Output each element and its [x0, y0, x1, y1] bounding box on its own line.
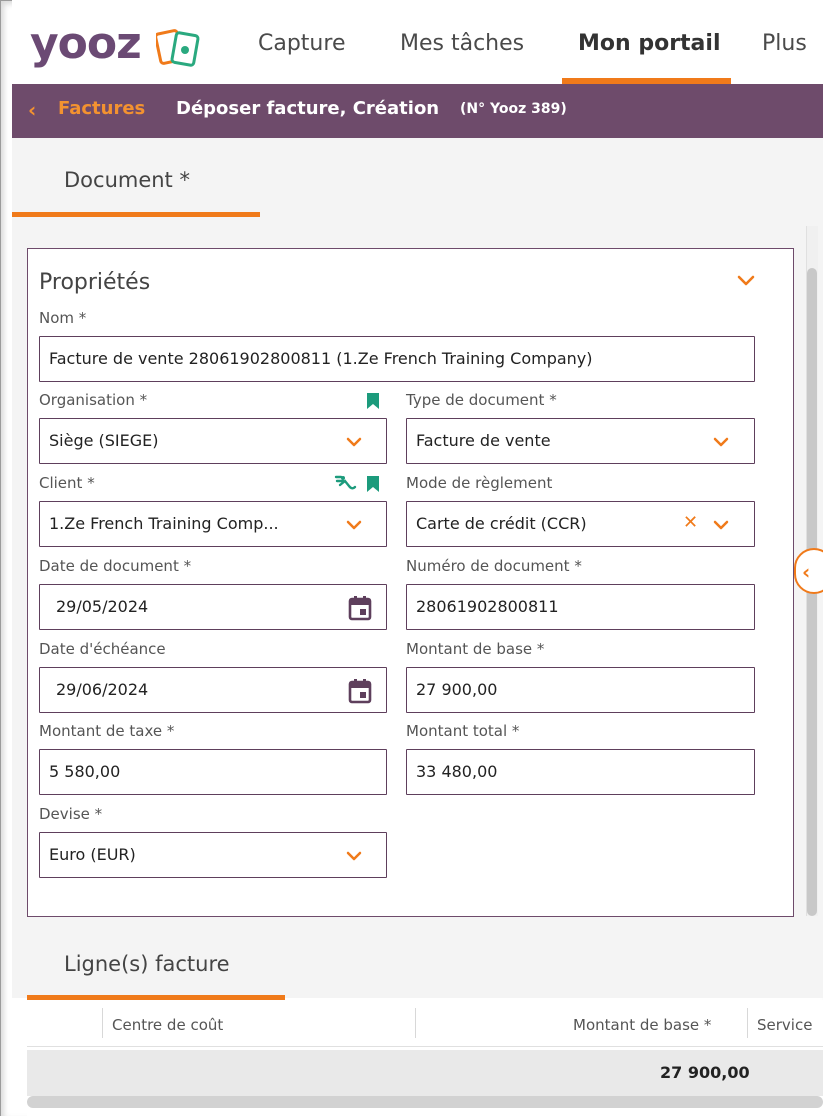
date-document-field[interactable]: 29/05/2024	[39, 584, 387, 630]
montant-base-value: 27 900,00	[416, 680, 498, 699]
type-document-label: Type de document *	[406, 391, 557, 409]
ai-suggestion-icon[interactable]	[334, 473, 358, 493]
chevron-down-icon[interactable]	[736, 270, 756, 290]
client-value: 1.Ze French Training Comp...	[49, 514, 279, 533]
montant-total-label: Montant total *	[406, 722, 520, 740]
mode-reglement-select[interactable]: Carte de crédit (CCR) ✕	[406, 501, 755, 547]
tab-document[interactable]: Document *	[64, 168, 190, 192]
table-header-separator	[27, 1046, 823, 1047]
yooz-number: (N° Yooz 389)	[460, 101, 567, 117]
type-document-select[interactable]: Facture de vente	[406, 418, 755, 464]
montant-taxe-field[interactable]: 5 580,00	[39, 749, 387, 795]
nom-value: Facture de vente 28061902800811 (1.Ze Fr…	[49, 349, 593, 368]
total-montant-base: 27 900,00	[660, 1063, 750, 1082]
montant-taxe-label: Montant de taxe *	[39, 722, 175, 740]
bookmark-icon[interactable]	[366, 392, 380, 410]
montant-total-value: 33 480,00	[416, 762, 498, 781]
client-label: Client *	[39, 474, 95, 492]
numero-document-label: Numéro de document *	[406, 557, 582, 575]
chevron-down-icon[interactable]	[345, 847, 363, 865]
yooz-logo: yooz	[30, 18, 142, 69]
page-title: Déposer facture, Création	[176, 98, 440, 119]
calendar-icon[interactable]	[348, 678, 372, 704]
mode-reglement-label: Mode de règlement	[406, 474, 553, 492]
devise-label: Devise *	[39, 805, 103, 823]
client-select[interactable]: 1.Ze French Training Comp...	[39, 501, 387, 547]
date-echeance-value: 29/06/2024	[56, 680, 149, 699]
chevron-left-icon: ‹	[802, 560, 811, 584]
nav-mes-taches[interactable]: Mes tâches	[400, 30, 524, 58]
montant-base-field[interactable]: 27 900,00	[406, 667, 755, 713]
nav-capture[interactable]: Capture	[258, 30, 345, 58]
column-divider[interactable]	[415, 1008, 416, 1038]
top-navigation: yooz Capture Mes tâches Mon portail Plus	[12, 0, 823, 84]
horizontal-scrollbar[interactable]	[27, 1096, 823, 1108]
numero-document-field[interactable]: 28061902800811	[406, 584, 755, 630]
column-header-centre-cout[interactable]: Centre de coût	[112, 1016, 223, 1034]
devise-select[interactable]: Euro (EUR)	[39, 832, 387, 878]
column-header-service[interactable]: Service	[757, 1016, 812, 1034]
mode-reglement-value: Carte de crédit (CCR)	[416, 514, 587, 533]
date-document-label: Date de document *	[39, 557, 192, 575]
column-divider[interactable]	[102, 1008, 103, 1038]
type-document-value: Facture de vente	[416, 431, 551, 450]
side-panel-toggle[interactable]: ‹	[794, 548, 823, 594]
yooz-logo-icon	[156, 29, 200, 67]
montant-base-label: Montant de base *	[406, 640, 545, 658]
organisation-value: Siège (SIEGE)	[49, 431, 159, 450]
back-to-factures-link[interactable]: Factures	[58, 98, 145, 119]
document-tab-indicator	[12, 212, 260, 217]
date-document-value: 29/05/2024	[56, 597, 149, 616]
chevron-down-icon[interactable]	[712, 433, 730, 451]
chevron-left-icon[interactable]: ‹	[28, 98, 36, 122]
date-echeance-field[interactable]: 29/06/2024	[39, 667, 387, 713]
clear-icon[interactable]: ✕	[683, 512, 698, 533]
breadcrumb-bar: ‹ Factures Déposer facture, Création (N°…	[12, 84, 823, 138]
properties-title: Propriétés	[39, 270, 151, 295]
numero-document-value: 28061902800811	[416, 597, 559, 616]
nav-mon-portail[interactable]: Mon portail	[578, 30, 720, 58]
nav-plus[interactable]: Plus	[762, 30, 807, 58]
tab-invoice-lines[interactable]: Ligne(s) facture	[64, 952, 230, 976]
column-header-montant-base[interactable]: Montant de base *	[573, 1016, 711, 1034]
chevron-down-icon[interactable]	[345, 433, 363, 451]
chevron-down-icon[interactable]	[345, 516, 363, 534]
nom-field[interactable]: Facture de vente 28061902800811 (1.Ze Fr…	[39, 336, 755, 382]
bookmark-icon[interactable]	[366, 475, 380, 493]
organisation-label: Organisation *	[39, 391, 148, 409]
organisation-select[interactable]: Siège (SIEGE)	[39, 418, 387, 464]
calendar-icon[interactable]	[348, 595, 372, 621]
column-divider[interactable]	[747, 1008, 748, 1038]
montant-taxe-value: 5 580,00	[49, 762, 121, 781]
montant-total-field[interactable]: 33 480,00	[406, 749, 755, 795]
nom-label: Nom *	[39, 309, 87, 327]
chevron-down-icon[interactable]	[712, 516, 730, 534]
date-echeance-label: Date d'échéance	[39, 640, 166, 658]
devise-value: Euro (EUR)	[49, 845, 136, 864]
